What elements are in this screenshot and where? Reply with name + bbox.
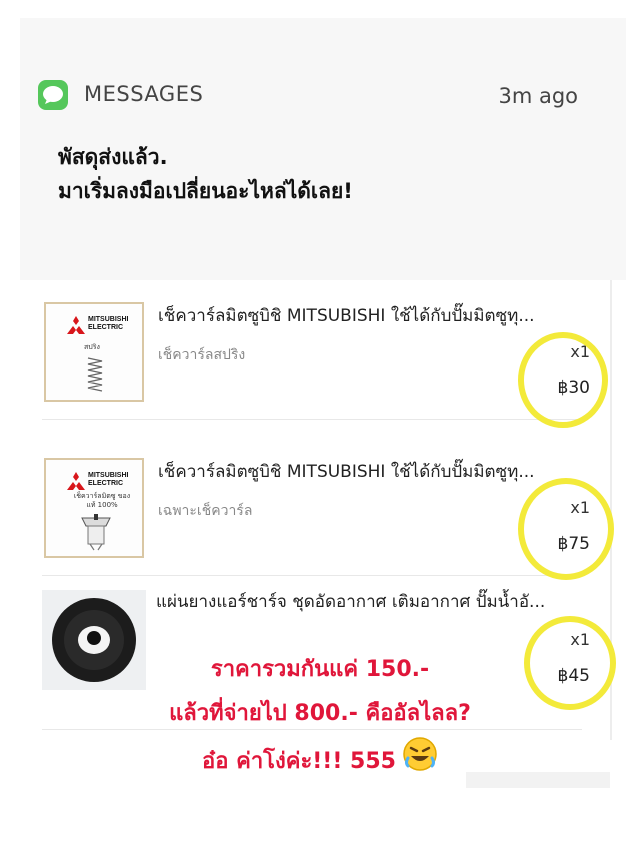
- highlight-circle: [518, 332, 608, 428]
- thumb-label: สปริง: [84, 343, 100, 351]
- mitsubishi-logo: MITSUBISHI ELECTRIC: [66, 470, 136, 494]
- product-thumbnail: MITSUBISHI ELECTRIC สปริง: [44, 302, 144, 402]
- caption-line-2: แล้วที่จ่ายไป 800.- คืออัลไลล?: [169, 701, 471, 726]
- check-valve-icon: [81, 514, 111, 551]
- mitsubishi-diamond-icon: [67, 472, 85, 490]
- caption-line-3: อ๋อ ค่าโง่ค่ะ!!! 555: [202, 749, 396, 774]
- mitsubishi-logo: MITSUBISHI ELECTRIC: [66, 314, 136, 338]
- message-line-1: พัสดุส่งแล้ว.: [58, 145, 168, 169]
- notification-time: 3m ago: [498, 84, 578, 108]
- product-variant: เช็ควาร์ลสปริง: [158, 347, 246, 363]
- notification-message: พัสดุส่งแล้ว. มาเริ่มลงมือเปลี่ยนอะไหล่ไ…: [58, 140, 598, 208]
- product-title[interactable]: เช็ควาร์ลมิตซูบิชิ MITSUBISHI ใช้ได้กับป…: [158, 458, 598, 485]
- bottom-strip: [466, 772, 610, 788]
- product-variant: เฉพาะเช็ควาร์ล: [158, 503, 253, 519]
- item-divider: [42, 419, 582, 420]
- mitsubishi-diamond-icon: [67, 316, 85, 334]
- product-thumbnail: MITSUBISHI ELECTRIC เช็ควาร์ลมิตซู ของแท…: [44, 458, 144, 558]
- product-title[interactable]: แผ่นยางแอร์ชาร์จ ชุดอัดอากาศ เติมอากาศ ป…: [156, 588, 596, 615]
- rofl-emoji-icon: [402, 736, 438, 788]
- product-title[interactable]: เช็ควาร์ลมิตซูบิชิ MITSUBISHI ใช้ได้กับป…: [158, 302, 598, 329]
- item-divider: [42, 575, 582, 576]
- notification-header: MESSAGES 3m ago: [38, 80, 578, 114]
- caption-line-1: ราคารวมกันแค่ 150.-: [210, 657, 430, 682]
- caption-overlay: ราคารวมกันแค่ 150.- แล้วที่จ่ายไป 800.- …: [0, 648, 640, 788]
- thumb-label: เช็ควาร์ลมิตซู ของแท้ 100%: [73, 492, 131, 509]
- spring-icon: [87, 357, 103, 392]
- app-name: MESSAGES: [84, 82, 204, 106]
- highlight-circle: [518, 478, 614, 580]
- messages-icon: [38, 80, 68, 110]
- message-line-2: มาเริ่มลงมือเปลี่ยนอะไหล่ได้เลย!: [58, 179, 353, 203]
